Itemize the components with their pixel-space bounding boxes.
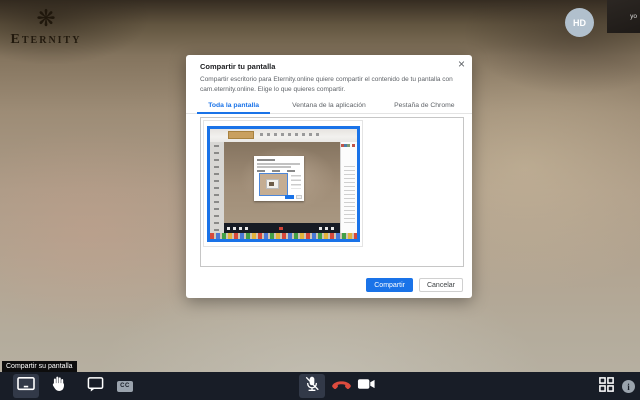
thumb-nested-cancel-button — [296, 195, 302, 199]
microphone-muted-button[interactable] — [299, 374, 325, 398]
self-view-thumbnail[interactable]: yo — [607, 0, 640, 33]
microphone-muted-icon — [303, 375, 321, 398]
thumb-nested-dialog — [254, 156, 304, 201]
thumb-nested-text — [257, 163, 300, 165]
thumb-nested-tabs — [257, 170, 297, 172]
hang-up-icon — [331, 378, 352, 396]
tab-pestana-de-chrome[interactable]: Pestaña de Chrome — [377, 97, 472, 113]
thumb-call-toolbar — [224, 223, 340, 233]
tab-toda-la-pantalla[interactable]: Toda la pantalla — [186, 97, 281, 114]
thumb-browser-toolbar-dots — [260, 133, 320, 136]
chat-button[interactable] — [85, 376, 105, 397]
dialog-buttons: Compartir Cancelar — [366, 278, 463, 292]
close-icon[interactable]: × — [458, 58, 465, 70]
chat-icon — [87, 376, 104, 397]
closed-captions-icon: CC — [117, 380, 133, 392]
cancel-button[interactable]: Cancelar — [418, 278, 463, 292]
apps-grid-button[interactable] — [597, 376, 616, 398]
thumb-right-panel — [340, 142, 357, 233]
brand-logo: ❋ Eternity — [6, 6, 86, 48]
thumb-left-sidebar — [210, 142, 224, 233]
screen-preview-thumbnail[interactable] — [207, 126, 360, 242]
share-button[interactable]: Compartir — [366, 278, 413, 292]
thumb-browser-tab — [228, 131, 254, 139]
tab-ventana-de-la-aplicacion[interactable]: Ventana de la aplicación — [281, 97, 376, 113]
thumb-nested-title — [257, 159, 275, 161]
raise-hand-button[interactable] — [48, 376, 68, 396]
dialog-title: Compartir tu pantalla — [200, 62, 276, 71]
thumb-nested-share-button — [285, 195, 294, 199]
screen-options-panel — [200, 117, 464, 267]
call-toolbar: CC i — [0, 372, 640, 400]
dialog-description: Compartir escritorio para Eternity.onlin… — [200, 76, 453, 93]
share-screen-button[interactable] — [13, 374, 39, 398]
thumb-hangup-dot — [279, 226, 283, 230]
info-icon: i — [622, 380, 635, 393]
share-screen-dialog: × Compartir tu pantalla Compartir escrit… — [186, 55, 472, 298]
thumb-call-toolbar-left-icons — [227, 226, 249, 230]
share-screen-tooltip: Compartir su pantalla — [2, 361, 77, 372]
eternity-emblem-icon: ❋ — [36, 5, 56, 31]
thumb-call-toolbar-right-icons — [319, 226, 335, 230]
thumb-nested-lines — [291, 175, 301, 189]
info-button[interactable]: i — [621, 379, 636, 394]
brand-wordmark: Eternity — [10, 32, 82, 47]
screen-option-cell — [203, 120, 363, 247]
hang-up-button[interactable] — [330, 380, 352, 393]
hd-quality-badge[interactable]: HD — [565, 8, 594, 37]
self-view-label: yo — [630, 13, 637, 20]
thumb-desktop-taskbar — [210, 233, 357, 239]
thumb-extension-icons — [341, 144, 355, 147]
apps-grid-icon — [598, 376, 615, 398]
dialog-tabs: Toda la pantalla Ventana de la aplicació… — [186, 97, 472, 114]
thumb-nested-preview — [259, 173, 288, 196]
video-call-stage: ❋ Eternity HD yo × Compartir tu pantalla… — [0, 0, 640, 400]
closed-captions-button[interactable]: CC — [117, 379, 133, 393]
camera-button[interactable] — [356, 378, 376, 394]
camera-icon — [357, 377, 376, 396]
thumb-nested-text — [257, 166, 291, 168]
thumb-nested-preview-dot — [269, 182, 274, 186]
raise-hand-icon — [51, 375, 66, 397]
share-screen-icon — [16, 376, 36, 397]
